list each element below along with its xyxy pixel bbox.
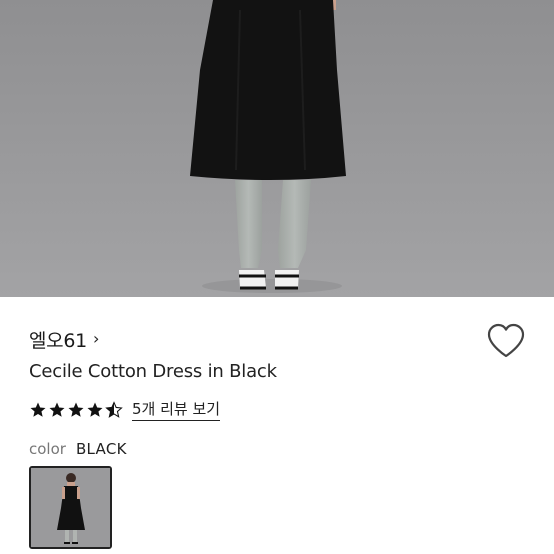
color-swatch-thumbnail[interactable] (29, 466, 112, 549)
star-icon (30, 402, 46, 417)
star-half-icon (105, 400, 123, 418)
star-icon (68, 402, 84, 417)
brand-name: 엘오61 (29, 330, 87, 352)
chevron-right-icon: › (92, 329, 100, 348)
star-icon (87, 402, 103, 417)
star-rating (29, 400, 123, 419)
product-title: Cecile Cotton Dress in Black (29, 361, 277, 382)
color-value: BLACK (75, 440, 127, 458)
color-label: color (29, 440, 66, 458)
thumbnail-image (31, 468, 110, 547)
rating-row: 5개 리뷰 보기 (29, 398, 221, 421)
review-link[interactable]: 5개 리뷰 보기 (132, 398, 221, 421)
brand-link[interactable]: 엘오61 › (29, 326, 99, 353)
color-row: color BLACK (29, 440, 127, 458)
heart-outline-icon[interactable] (486, 323, 526, 359)
star-icon (49, 402, 65, 417)
product-main-image[interactable] (0, 0, 554, 297)
model-photo (0, 0, 554, 297)
product-info: 엘오61 › Cecile Cotton Dress in Black 5개 리… (0, 297, 554, 554)
